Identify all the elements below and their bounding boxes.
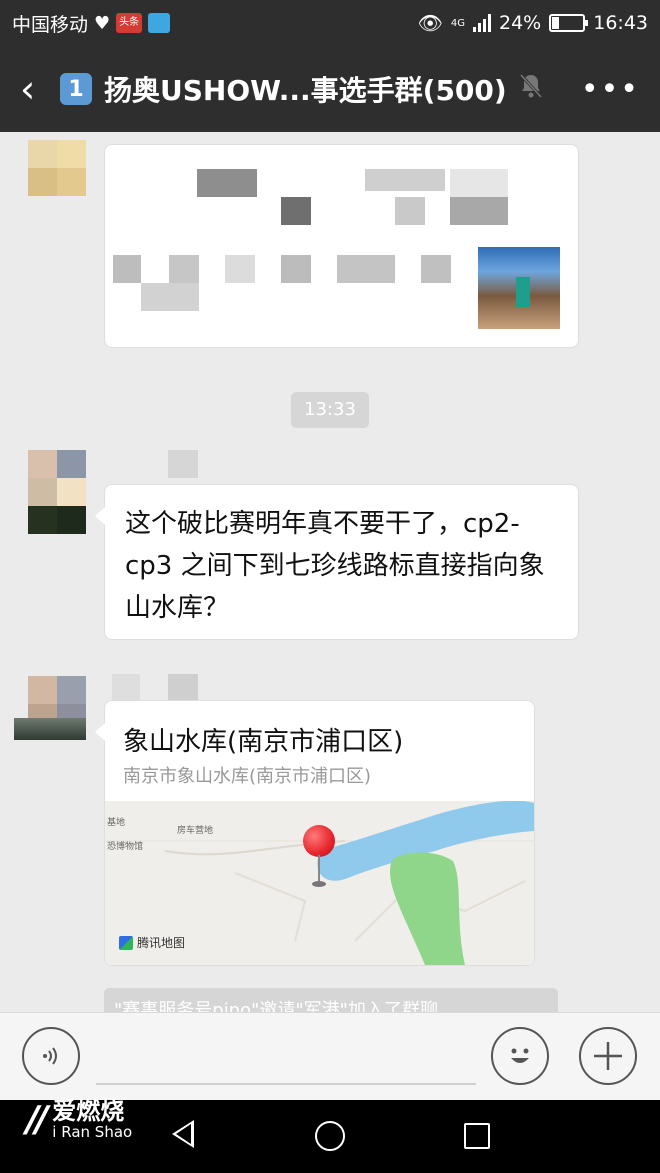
tencent-map-icon [119, 935, 133, 950]
clock: 16:43 [593, 12, 648, 34]
location-title: 象山水库(南京市浦口区) [123, 727, 404, 757]
map-label: 基地 [107, 818, 126, 828]
link-thumbnail [478, 247, 560, 329]
back-icon[interactable]: ‹ [20, 67, 60, 111]
message-input[interactable] [96, 1083, 476, 1085]
location-address: 南京市象山水库(南京市浦口区) [123, 766, 372, 787]
more-icon[interactable]: ••• [581, 72, 640, 107]
sender-name-blurred [168, 450, 198, 478]
avatar[interactable] [14, 676, 86, 740]
battery-icon [549, 14, 589, 32]
network-type-label: 4G [450, 17, 465, 29]
input-bar [0, 1012, 660, 1100]
timestamp: 13:33 [291, 392, 369, 428]
sender-name-blurred [112, 674, 140, 702]
avatar[interactable] [28, 450, 86, 534]
health-heart-icon: ♥ [94, 12, 111, 34]
battery-percent: 24% [499, 12, 542, 34]
voice-icon[interactable] [22, 1027, 80, 1085]
status-bar: 中国移动 ♥ 头条 👁 4G 24% 16:43 [0, 0, 660, 46]
link-card-bubble[interactable] [104, 144, 579, 348]
carrier-label: 中国移动 [12, 13, 89, 36]
mute-bell-icon [519, 73, 543, 105]
unread-badge[interactable]: 1 [60, 73, 92, 105]
system-notice: "赛事服务号pino"邀请"军港"加入了群聊 [104, 988, 558, 1012]
chat-header: ‹ 1 扬奥USHOW...事选手群(500) ••• [0, 46, 660, 132]
plus-icon[interactable] [579, 1027, 637, 1085]
watermark: // 爱燃烧 i Ran Shao [26, 1098, 132, 1140]
signal-strength-icon [473, 14, 491, 32]
chat-area[interactable]: 13:33 这个破比赛明年真不要干了，cp2-cp3 之间下到七珍线路标直接指向… [0, 132, 660, 1012]
map-green-area [390, 852, 465, 965]
emoji-icon[interactable] [491, 1027, 549, 1085]
location-map[interactable]: 基地 房车营地 恐博物馆 腾讯地图 [105, 801, 534, 965]
sender-name-blurred [168, 674, 198, 702]
toutiao-app-icon: 头条 [116, 13, 143, 33]
group-title: 扬奥USHOW...事选手群(500) [104, 74, 507, 107]
location-message-bubble[interactable]: 象山水库(南京市浦口区) 南京市象山水库(南京市浦口区) 基地 房车营地 恐博物… [95, 700, 535, 966]
nav-back-icon[interactable] [172, 1120, 194, 1148]
map-label: 房车营地 [177, 826, 214, 836]
avatar[interactable] [28, 132, 86, 196]
app-notification-icon [148, 13, 171, 33]
watermark-cn: 爱燃烧 [52, 1097, 125, 1125]
nav-home-icon[interactable] [315, 1121, 345, 1151]
map-pin-icon [303, 825, 335, 889]
eye-comfort-icon: 👁 [417, 11, 443, 35]
text-message-bubble[interactable]: 这个破比赛明年真不要干了，cp2-cp3 之间下到七珍线路标直接指向象山水库？ [95, 484, 579, 640]
map-brand-text: 腾讯地图 [137, 936, 186, 950]
watermark-en: i Ran Shao [52, 1123, 133, 1141]
message-text: 这个破比赛明年真不要干了，cp2-cp3 之间下到七珍线路标直接指向象山水库？ [125, 509, 545, 623]
map-brand-logo: 腾讯地图 [119, 934, 185, 951]
map-label: 恐博物馆 [107, 842, 144, 852]
iranshao-logo-icon: // [26, 1098, 48, 1140]
nav-recent-apps-icon[interactable] [464, 1123, 490, 1149]
